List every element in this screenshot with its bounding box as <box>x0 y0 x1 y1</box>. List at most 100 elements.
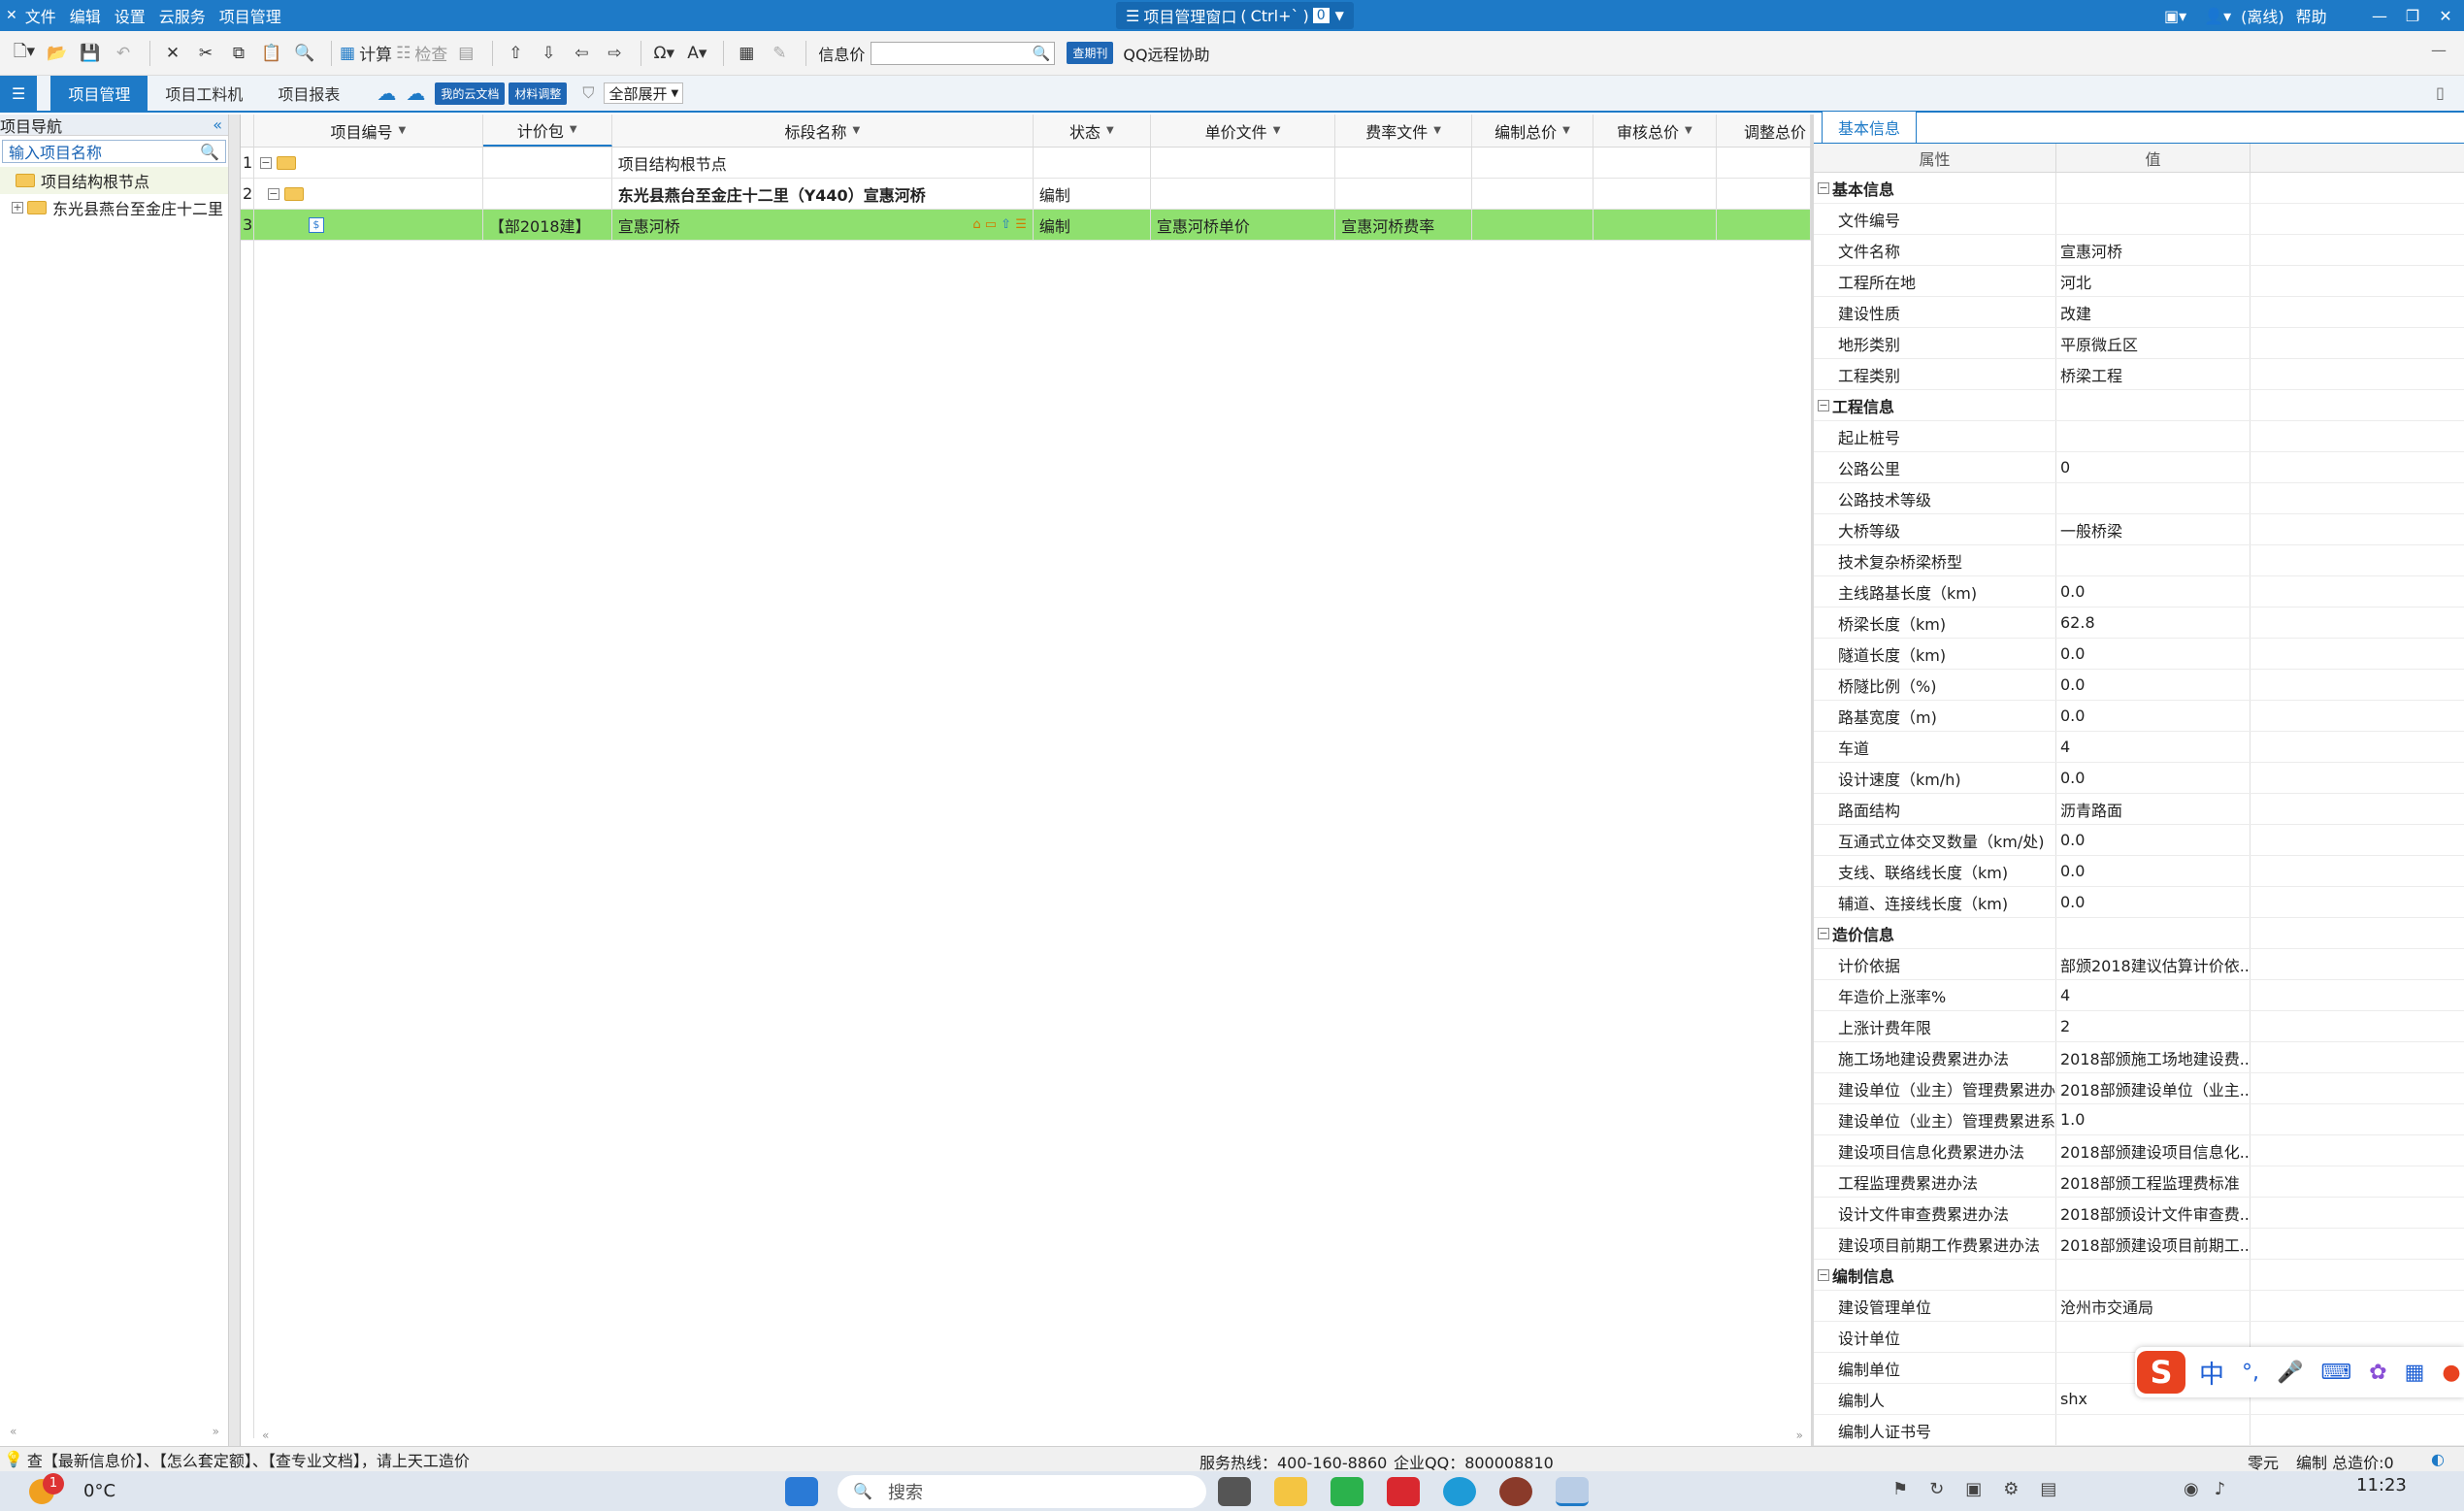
app-icon[interactable] <box>1218 1476 1252 1506</box>
nav-scrollbar[interactable]: «» <box>0 1425 229 1440</box>
apps-grid-icon[interactable]: ▦ <box>2405 1361 2425 1385</box>
collapse-icon[interactable]: − <box>1818 927 1829 939</box>
cloud-upload-icon[interactable]: ☁ <box>377 82 396 105</box>
collapse-icon[interactable]: − <box>1818 181 1829 194</box>
theme-icon[interactable]: ▣▾ <box>2164 7 2186 25</box>
property-row[interactable]: 建设单位（业主）管理费累进系数 1.0 <box>1814 1104 2464 1135</box>
cut-icon[interactable]: ✂ <box>191 37 220 70</box>
menu-cloud[interactable]: 云服务 <box>159 4 206 27</box>
tab-project-reports[interactable]: 项目报表 <box>260 76 357 111</box>
cell-rate-file[interactable] <box>1335 148 1472 178</box>
property-row[interactable]: 工程所在地 河北 <box>1814 266 2464 297</box>
property-value[interactable]: 沥青路面 <box>2056 794 2250 824</box>
property-value[interactable] <box>2056 545 2250 575</box>
property-value[interactable]: 沧州市交通局 <box>2056 1291 2250 1321</box>
collapse-left-icon[interactable]: « <box>213 115 222 134</box>
property-value[interactable]: 0.0 <box>2056 576 2250 607</box>
scroll-left-icon[interactable]: « <box>10 1425 16 1440</box>
cell-audited-total[interactable] <box>1593 148 1717 178</box>
property-row[interactable]: 工程类别 桥梁工程 <box>1814 359 2464 390</box>
scroll-right-icon[interactable]: » <box>213 1425 219 1440</box>
collapse-icon[interactable]: − <box>267 187 279 200</box>
cell-compiled-total[interactable] <box>1472 148 1593 178</box>
search-icon[interactable]: 🔍 <box>200 143 219 161</box>
tab-project-materials[interactable]: 项目工料机 <box>148 76 260 111</box>
sogou-logo-icon[interactable]: S <box>2137 1351 2185 1394</box>
expand-all-select[interactable]: 全部展开 ▼ <box>604 82 684 104</box>
property-row[interactable]: 施工场地建设费累进办法 2018部颁施工场地建设费... <box>1814 1042 2464 1073</box>
property-value[interactable]: 2018部颁建设项目信息化... <box>2056 1135 2250 1166</box>
collapse-icon[interactable]: − <box>1818 1268 1829 1281</box>
cell-unit-file[interactable] <box>1151 179 1336 209</box>
menu-file[interactable]: 文件 <box>25 4 56 27</box>
property-value[interactable]: 桥梁工程 <box>2056 359 2250 389</box>
wechat-icon[interactable] <box>1331 1476 1364 1506</box>
chevron-down-icon[interactable]: ▼ <box>852 125 860 136</box>
menu-edit[interactable]: 编辑 <box>70 4 101 27</box>
col-adjusted-total[interactable]: 调整总价 <box>1717 115 1811 147</box>
property-row[interactable]: 建设项目前期工作费累进办法 2018部颁建设项目前期工... <box>1814 1229 2464 1260</box>
cell-status[interactable]: 编制 <box>1034 179 1151 209</box>
cell-name[interactable]: 东光县燕台至金庄十二里（Y440）宣惠河桥 <box>612 179 1034 209</box>
property-row[interactable]: 工程监理费累进办法 2018部颁工程监理费标准 <box>1814 1166 2464 1198</box>
cell-compiled-total[interactable] <box>1472 210 1593 240</box>
table-row[interactable]: 1 − 项目结构根节点 <box>241 148 1811 179</box>
cell-status[interactable] <box>1034 148 1151 178</box>
status-tip[interactable]: 查【最新信息价】、【怎么套定额】、【查专业文档】，请上天工造价 <box>27 1448 470 1471</box>
cell-compiled-total[interactable] <box>1472 179 1593 209</box>
cloud-docs-button[interactable]: 我的云文档 <box>435 82 506 105</box>
nav-toggle-icon[interactable]: ☰ <box>0 76 38 111</box>
property-row[interactable]: 互通式立体交叉数量（km/处) 0.0 <box>1814 825 2464 856</box>
property-section[interactable]: − 编制信息 <box>1814 1260 2464 1291</box>
chevron-down-icon[interactable]: ▼ <box>1106 125 1114 136</box>
minimize-icon[interactable]: — <box>2363 7 2396 25</box>
undo-icon[interactable]: ↶ <box>109 37 138 70</box>
collapse-icon[interactable]: − <box>1818 399 1829 411</box>
property-value[interactable]: 2018部颁设计文件审查费... <box>2056 1198 2250 1228</box>
move-down-icon[interactable]: ⇩ <box>534 37 563 70</box>
property-row[interactable]: 技术复杂桥梁桥型 <box>1814 545 2464 576</box>
property-value[interactable]: 4 <box>2056 980 2250 1010</box>
property-value[interactable] <box>2056 1415 2250 1445</box>
property-row[interactable]: 隧道长度（km) 0.0 <box>1814 639 2464 670</box>
property-row[interactable]: 编制人证书号 <box>1814 1415 2464 1446</box>
property-row[interactable]: 辅道、连接线长度（km) 0.0 <box>1814 887 2464 918</box>
nav-item-root[interactable]: 项目结构根节点 <box>0 167 228 194</box>
move-top-icon[interactable]: ⇧ <box>501 37 530 70</box>
property-value[interactable] <box>2056 483 2250 513</box>
punctuation-icon[interactable]: °, <box>2242 1361 2259 1385</box>
avatar-app-icon[interactable] <box>1499 1476 1533 1506</box>
tab-basic-info[interactable]: 基本信息 <box>1822 111 1918 143</box>
cell-rate-file[interactable]: 宣惠河桥费率 <box>1335 210 1472 240</box>
cell-audited-total[interactable] <box>1593 210 1717 240</box>
microphone-icon[interactable]: 🎤 <box>2277 1361 2303 1385</box>
property-value[interactable]: 改建 <box>2056 297 2250 327</box>
cell-code[interactable]: − <box>254 179 483 209</box>
property-value[interactable]: 0.0 <box>2056 887 2250 917</box>
property-row[interactable]: 设计速度（km/h) 0.0 <box>1814 763 2464 794</box>
property-row[interactable]: 主线路基长度（km) 0.0 <box>1814 576 2464 608</box>
table-row[interactable]: 2 − 东光县燕台至金庄十二里（Y440）宣惠河桥 编制 <box>241 179 1811 210</box>
property-value[interactable]: 平原微丘区 <box>2056 328 2250 358</box>
property-row[interactable]: 上涨计费年限 2 <box>1814 1011 2464 1042</box>
property-value[interactable]: 0.0 <box>2056 639 2250 669</box>
property-value[interactable]: 4 <box>2056 732 2250 762</box>
cell-package[interactable] <box>483 148 612 178</box>
col-compiled-total[interactable]: 编制总价 ▼ <box>1472 115 1593 147</box>
weather-icon[interactable]: 1 <box>29 1472 64 1504</box>
property-row[interactable]: 支线、联络线长度（km) 0.0 <box>1814 856 2464 887</box>
close-icon[interactable]: ✕ <box>2429 7 2462 25</box>
chevron-down-icon[interactable]: ▼ <box>1685 125 1692 136</box>
property-value[interactable]: 一般桥梁 <box>2056 514 2250 544</box>
property-row[interactable]: 文件名称 宣惠河桥 <box>1814 235 2464 266</box>
property-value[interactable]: 0.0 <box>2056 763 2250 793</box>
cell-adjusted-total[interactable] <box>1717 179 1811 209</box>
user-icon[interactable]: 👤▾ <box>2204 7 2231 25</box>
cell-adjusted-total[interactable] <box>1717 148 1811 178</box>
symbol-icon[interactable]: Ω▾ <box>649 37 678 70</box>
chevron-down-icon[interactable]: ▼ <box>1273 125 1281 136</box>
property-value[interactable]: 0.0 <box>2056 701 2250 731</box>
keyboard-icon[interactable]: ⌨ <box>2320 1361 2351 1385</box>
scroll-right-icon[interactable]: » <box>1796 1429 1803 1444</box>
property-section[interactable]: − 工程信息 <box>1814 390 2464 421</box>
